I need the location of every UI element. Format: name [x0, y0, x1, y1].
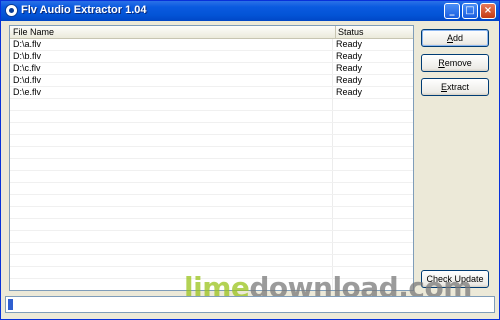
- file-name-cell: D:\b.flv: [13, 51, 42, 61]
- file-name-cell: D:\c.flv: [13, 63, 41, 73]
- status-cell: Ready: [336, 51, 363, 61]
- window-title: Flv Audio Extractor 1.04: [21, 4, 147, 16]
- table-row[interactable]: D:\a.flv Ready: [10, 39, 413, 51]
- remove-button[interactable]: Remove: [421, 54, 489, 72]
- progress-bar: [5, 296, 495, 313]
- empty-row[interactable]: [10, 135, 413, 147]
- file-name-cell: D:\a.flv: [13, 39, 42, 49]
- add-button[interactable]: Add: [421, 29, 489, 47]
- file-list[interactable]: File Name Status D:\a.flv Ready D:\b.flv Re…: [9, 25, 414, 291]
- column-header-file-name[interactable]: File Name: [13, 26, 331, 38]
- empty-row[interactable]: [10, 123, 413, 135]
- app-icon[interactable]: [5, 4, 18, 17]
- list-rows: D:\a.flv Ready D:\b.flv Ready D:\c.flv Ready D…: [10, 39, 413, 290]
- empty-row[interactable]: [10, 231, 413, 243]
- remove-label: emove: [444, 58, 472, 68]
- empty-row[interactable]: [10, 171, 413, 183]
- title-bar[interactable]: Flv Audio Extractor 1.04 _ □ ×: [1, 1, 499, 21]
- empty-row[interactable]: [10, 219, 413, 231]
- empty-row[interactable]: [10, 147, 413, 159]
- app-window: Flv Audio Extractor 1.04 _ □ × File Name…: [0, 0, 500, 320]
- empty-row[interactable]: [10, 99, 413, 111]
- empty-row[interactable]: [10, 255, 413, 267]
- table-row[interactable]: D:\d.flv Ready: [10, 75, 413, 87]
- add-label: dd: [453, 33, 464, 43]
- maximize-icon[interactable]: □: [462, 3, 478, 19]
- status-cell: Ready: [336, 39, 363, 49]
- empty-row[interactable]: [10, 159, 413, 171]
- extract-button[interactable]: Extract: [421, 78, 489, 96]
- progress-fill: [8, 299, 13, 310]
- list-header: File Name Status: [10, 26, 413, 39]
- empty-row[interactable]: [10, 183, 413, 195]
- empty-row[interactable]: [10, 195, 413, 207]
- file-name-cell: D:\d.flv: [13, 75, 42, 85]
- empty-row[interactable]: [10, 243, 413, 255]
- empty-row[interactable]: [10, 207, 413, 219]
- column-header-status[interactable]: Status: [335, 26, 413, 38]
- table-row[interactable]: D:\e.flv Ready: [10, 87, 413, 99]
- status-cell: Ready: [336, 63, 363, 73]
- minimize-icon[interactable]: _: [444, 3, 460, 19]
- status-cell: Ready: [336, 87, 363, 97]
- table-row[interactable]: D:\c.flv Ready: [10, 63, 413, 75]
- status-cell: Ready: [336, 75, 363, 85]
- table-row[interactable]: D:\b.flv Ready: [10, 51, 413, 63]
- close-icon[interactable]: ×: [480, 3, 496, 19]
- empty-row[interactable]: [10, 111, 413, 123]
- file-name-cell: D:\e.flv: [13, 87, 42, 97]
- extract-label: xtract: [447, 82, 470, 92]
